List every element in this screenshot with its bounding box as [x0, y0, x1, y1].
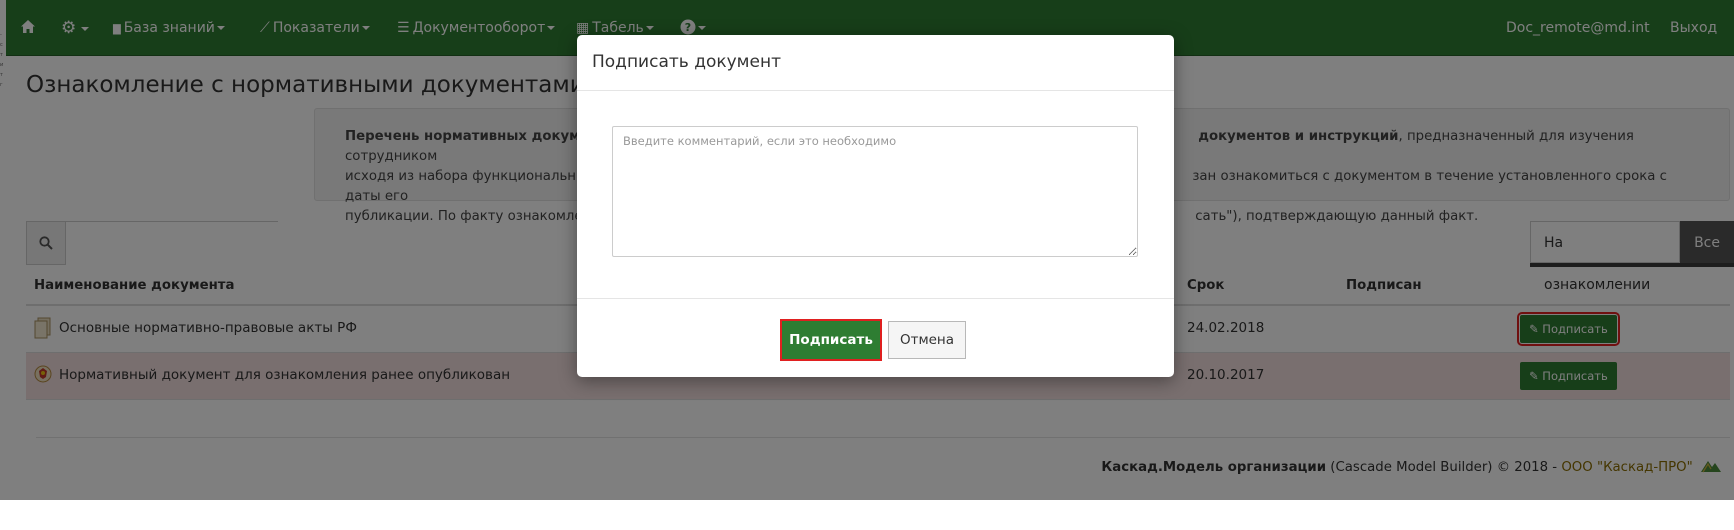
dialog-header: Подписать документ [577, 35, 1174, 91]
dialog-title: Подписать документ [592, 52, 781, 72]
dialog-footer: Подписать Отмена [577, 298, 1174, 378]
sign-document-dialog: Подписать документ Подписать Отмена [577, 35, 1174, 377]
cancel-button[interactable]: Отмена [888, 321, 966, 359]
sign-button[interactable]: Подписать [780, 319, 882, 361]
comment-textarea[interactable] [612, 126, 1138, 257]
